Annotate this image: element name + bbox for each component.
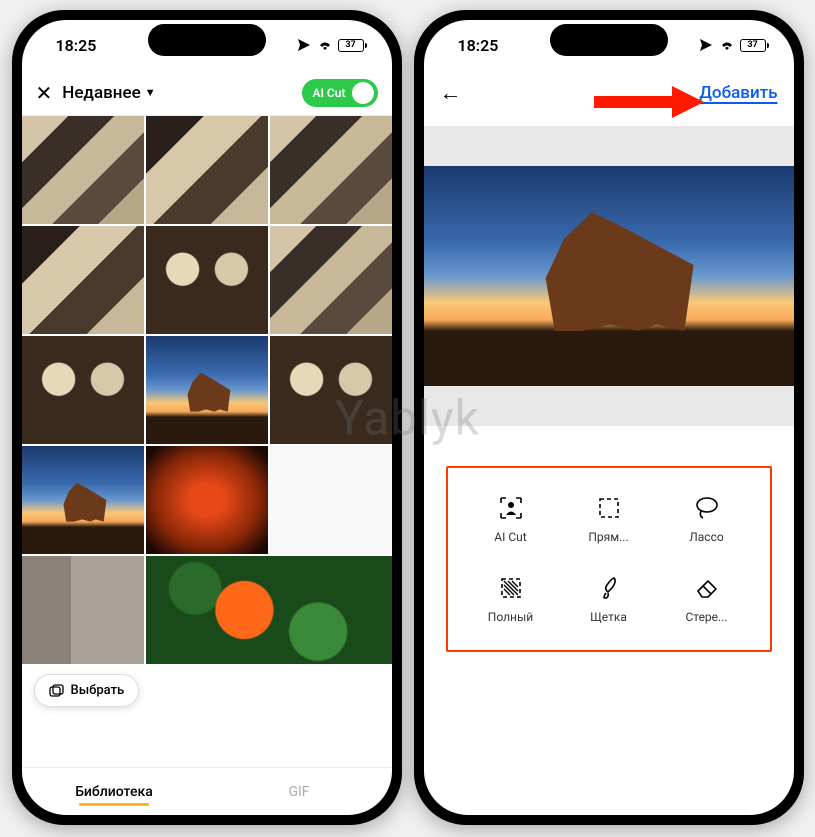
chevron-down-icon: ▼ (145, 86, 156, 99)
tool-rectangle[interactable]: Прям... (560, 494, 658, 544)
toggle-knob (352, 82, 374, 104)
wifi-icon (719, 39, 735, 51)
photo-thumb[interactable] (22, 226, 144, 334)
tool-brush[interactable]: Щетка (560, 574, 658, 624)
photo-thumb[interactable] (270, 336, 392, 444)
photo-thumb[interactable] (22, 116, 144, 224)
annotation-arrow (594, 86, 704, 118)
battery-icon: 37 (740, 39, 766, 52)
lasso-icon (693, 494, 721, 522)
multiselect-icon (49, 684, 65, 698)
select-button[interactable]: Выбрать (34, 674, 140, 707)
tool-label: Прям... (588, 530, 628, 544)
photo-thumb[interactable] (22, 556, 144, 664)
ai-cut-icon (497, 494, 525, 522)
notch (148, 24, 266, 56)
photo-thumb[interactable] (270, 446, 392, 554)
album-title-text: Недавнее (62, 83, 140, 103)
tools-panel: AI Cut Прям... Лассо Полный (446, 466, 772, 652)
photo-thumb[interactable] (146, 556, 392, 664)
photo-thumb[interactable] (146, 226, 268, 334)
album-dropdown[interactable]: Недавнее ▼ (62, 83, 155, 103)
back-icon[interactable]: ← (440, 80, 462, 106)
tool-label: Стере... (685, 610, 727, 624)
photo-thumb[interactable] (146, 336, 268, 444)
battery-icon: 37 (338, 39, 364, 52)
notch (550, 24, 668, 56)
phone-left: 18:25 37 ✕ Недавнее ▼ AI Cut (12, 10, 402, 825)
rectangle-icon (595, 494, 623, 522)
phone-right: 18:25 37 ← Добавить AI Cut (414, 10, 804, 825)
wifi-icon (317, 39, 333, 51)
tab-gif[interactable]: GIF (207, 774, 392, 810)
bottom-tabs: Библиотека GIF (22, 767, 392, 815)
photo-thumb[interactable] (22, 446, 144, 554)
preview-image[interactable] (424, 166, 794, 386)
photo-thumb[interactable] (146, 446, 268, 554)
eraser-icon (693, 574, 721, 602)
photo-thumb[interactable] (146, 116, 268, 224)
photo-thumb[interactable] (270, 116, 392, 224)
airplane-icon (296, 38, 312, 52)
add-button[interactable]: Добавить (699, 83, 777, 103)
status-time: 18:25 (458, 36, 499, 55)
library-topbar: ✕ Недавнее ▼ AI Cut (22, 70, 392, 116)
photo-thumb[interactable] (22, 336, 144, 444)
full-icon (497, 574, 525, 602)
photo-thumb[interactable] (270, 226, 392, 334)
status-time: 18:25 (56, 36, 97, 55)
ai-cut-toggle-label: AI Cut (312, 86, 345, 100)
brush-icon (595, 574, 623, 602)
tool-ai-cut[interactable]: AI Cut (462, 494, 560, 544)
tool-label: Полный (488, 610, 533, 624)
ai-cut-toggle[interactable]: AI Cut (302, 79, 377, 107)
tool-full[interactable]: Полный (462, 574, 560, 624)
tool-label: Лассо (689, 530, 723, 544)
tab-library[interactable]: Библиотека (22, 774, 207, 810)
airplane-icon (698, 38, 714, 52)
tool-lasso[interactable]: Лассо (658, 494, 756, 544)
tool-label: AI Cut (494, 530, 526, 544)
close-icon[interactable]: ✕ (36, 81, 53, 105)
tool-label: Щетка (590, 610, 627, 624)
tool-eraser[interactable]: Стере... (658, 574, 756, 624)
select-button-label: Выбрать (71, 683, 125, 698)
preview-area (424, 126, 794, 426)
photo-grid: Выбрать (22, 116, 392, 767)
